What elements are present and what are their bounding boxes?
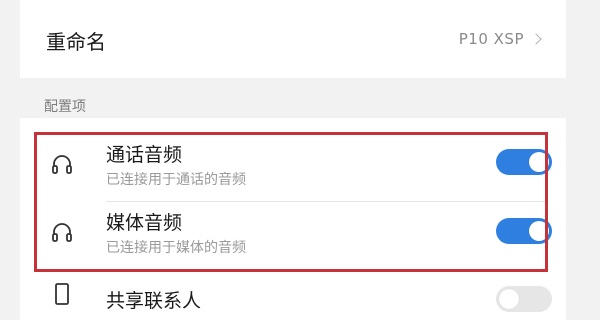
device-name-text: P10 XSP xyxy=(458,30,524,48)
media-audio-toggle[interactable] xyxy=(496,218,552,244)
call-audio-subtitle: 已连接用于通话的音频 xyxy=(106,172,246,188)
headphones-icon xyxy=(52,155,72,174)
headphones-icon xyxy=(52,223,72,242)
share-contacts-toggle[interactable] xyxy=(496,286,552,312)
rename-row[interactable]: 重命名 P10 XSP xyxy=(20,0,566,78)
media-audio-subtitle: 已连接用于媒体的音频 xyxy=(106,240,246,256)
toggle-knob xyxy=(529,221,549,241)
chevron-right-icon xyxy=(530,33,542,45)
call-audio-toggle[interactable] xyxy=(496,149,552,175)
config-row-call-audio: 通话音频 已连接用于通话的音频 xyxy=(20,132,566,202)
device-name-value: P10 XSP xyxy=(458,30,542,48)
call-audio-title: 通话音频 xyxy=(106,144,183,166)
config-row-media-audio: 媒体音频 已连接用于媒体的音频 xyxy=(20,202,566,272)
rename-label: 重命名 xyxy=(46,30,106,54)
config-row-share-contacts: 共享联系人 xyxy=(20,280,566,320)
toggle-knob xyxy=(529,152,549,172)
config-section-title: 配置项 xyxy=(44,99,86,115)
toggle-knob xyxy=(499,289,519,309)
phone-icon xyxy=(55,283,69,305)
share-contacts-title: 共享联系人 xyxy=(106,290,202,312)
media-audio-title: 媒体音频 xyxy=(106,212,183,234)
